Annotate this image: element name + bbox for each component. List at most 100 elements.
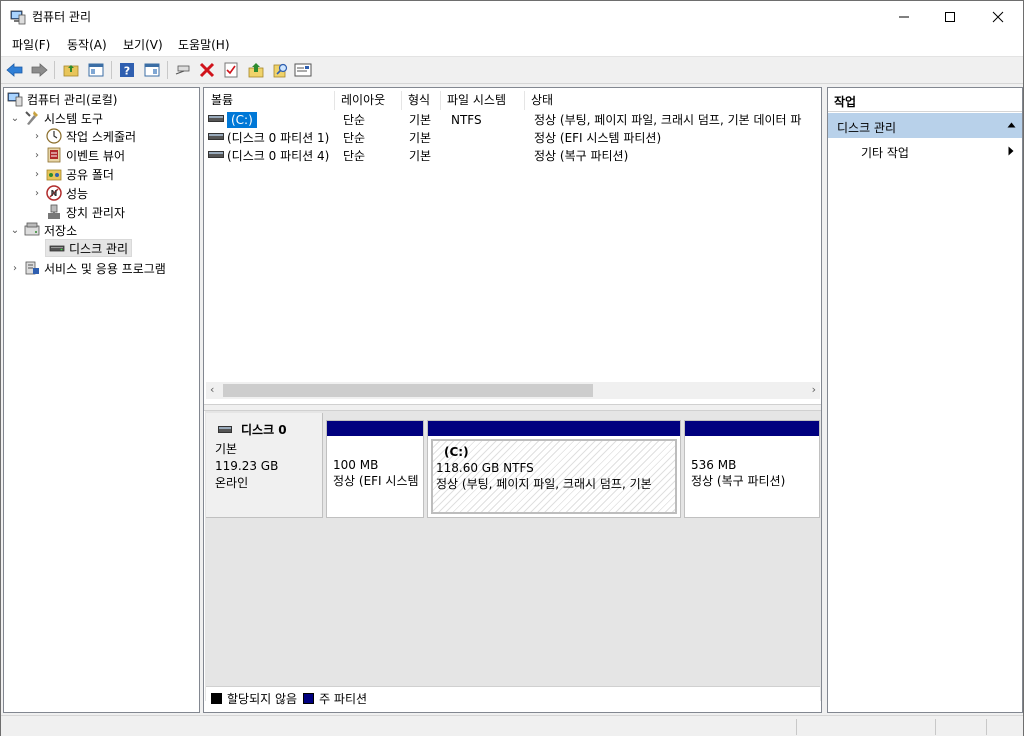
delete-button[interactable] <box>197 60 217 80</box>
chevron-right-icon[interactable]: › <box>32 169 42 180</box>
tree-item-system-tools[interactable]: ⌄ 시스템 도구 <box>10 109 103 127</box>
computer-management-window: 컴퓨터 관리 파일(F) 동작(A) 보기(V) 도움말(H) ? 컴퓨터 관리… <box>0 0 1024 736</box>
import-button[interactable] <box>246 60 266 80</box>
volume-row[interactable]: (디스크 0 파티션 1) 단순 기본 정상 (EFI 시스템 파티션) <box>206 129 820 147</box>
forward-button[interactable] <box>29 60 49 80</box>
tree-item-storage[interactable]: ⌄ 저장소 <box>10 221 77 239</box>
scroll-right-icon[interactable]: › <box>812 383 816 396</box>
storage-icon <box>24 222 40 236</box>
folder-arrow-up-icon <box>248 63 264 78</box>
chevron-right-icon[interactable]: › <box>32 131 42 142</box>
properties-button[interactable] <box>221 60 241 80</box>
disk-management-view: 볼륨 레이아웃 형식 파일 시스템 상태 (C:) 단순 기본 NTFS 정상 … <box>203 87 822 713</box>
disk-graphical-view: 디스크 0 기본 119.23 GB 온라인 100 MB 정상 (EFI 시스… <box>205 411 821 701</box>
tree-item-services-apps[interactable]: › 서비스 및 응용 프로그램 <box>10 259 166 277</box>
actions-section-disk-management[interactable]: 디스크 관리 <box>828 113 1022 138</box>
pane-splitter[interactable] <box>204 404 821 411</box>
partition-status: 정상 (복구 파티션) <box>691 474 786 488</box>
partition-status: 정상 (부팅, 페이지 파일, 크래시 덤프, 기본 <box>436 477 652 491</box>
actions-more-actions[interactable]: 기타 작업 <box>828 139 1022 163</box>
volume-layout: 단순 <box>343 149 366 163</box>
disk-name: 디스크 0 <box>241 423 287 437</box>
up-level-button[interactable] <box>61 60 81 80</box>
minimize-button[interactable] <box>881 1 927 33</box>
submenu-arrow-icon <box>1008 146 1014 156</box>
volume-type: 기본 <box>409 131 432 145</box>
chevron-down-icon[interactable]: ⌄ <box>10 225 20 236</box>
tree-item-task-scheduler[interactable]: › 작업 스케줄러 <box>32 127 136 145</box>
volume-drive-icon <box>208 151 224 158</box>
show-hide-tree-button[interactable] <box>86 60 106 80</box>
volume-layout: 단순 <box>343 131 366 145</box>
column-header-file-system[interactable]: 파일 시스템 <box>441 91 525 110</box>
status-segment <box>986 719 987 735</box>
partition-recovery[interactable]: 536 MB 정상 (복구 파티션) <box>684 420 820 518</box>
volume-file-system: NTFS <box>451 113 482 127</box>
chevron-right-icon[interactable]: › <box>10 263 20 274</box>
status-bar <box>1 715 1023 736</box>
services-icon <box>25 261 39 275</box>
disk-type: 기본 <box>215 442 238 456</box>
search-icon <box>273 63 288 78</box>
close-button[interactable] <box>975 1 1021 33</box>
toolbar-separator <box>111 61 112 79</box>
connect-icon <box>175 65 190 75</box>
menu-view[interactable]: 보기(V) <box>123 37 163 53</box>
list-view-icon <box>294 63 312 77</box>
disk-info[interactable]: 디스크 0 기본 119.23 GB 온라인 <box>206 413 323 518</box>
column-header-status[interactable]: 상태 <box>525 91 819 110</box>
partition-efi[interactable]: 100 MB 정상 (EFI 시스템 <box>326 420 424 518</box>
partition-status: 정상 (EFI 시스템 <box>333 474 419 488</box>
actions-pane: 작업 디스크 관리 기타 작업 <box>827 87 1023 713</box>
connect-button[interactable] <box>173 60 193 80</box>
column-header-type[interactable]: 형식 <box>402 91 441 110</box>
device-manager-icon <box>48 204 60 219</box>
maximize-button[interactable] <box>927 1 973 33</box>
tree-label: 공유 폴더 <box>66 167 114 182</box>
shared-folder-icon <box>46 169 62 181</box>
title-bar[interactable]: 컴퓨터 관리 <box>1 1 1023 33</box>
menu-help[interactable]: 도움말(H) <box>178 37 230 53</box>
chevron-right-icon[interactable]: › <box>32 188 42 199</box>
partition-size: 536 MB <box>691 458 737 472</box>
tree-item-device-manager[interactable]: 장치 관리자 <box>46 203 125 221</box>
tree-label: 작업 스케줄러 <box>66 129 137 144</box>
help-button[interactable]: ? <box>117 60 137 80</box>
toolbar-separator <box>167 61 168 79</box>
tree-label: 장치 관리자 <box>66 205 126 220</box>
tree-item-event-viewer[interactable]: › 이벤트 뷰어 <box>32 146 125 164</box>
volume-status: 정상 (부팅, 페이지 파일, 크래시 덤프, 기본 데이터 파 <box>534 113 802 127</box>
actions-more-label: 기타 작업 <box>861 146 909 160</box>
chevron-down-icon[interactable]: ⌄ <box>10 113 20 124</box>
tree-item-shared-folders[interactable]: › 공유 폴더 <box>32 165 114 183</box>
show-hide-action-pane-button[interactable] <box>142 60 162 80</box>
tree-item-disk-management[interactable]: 디스크 관리 <box>45 239 133 257</box>
partition-size: 118.60 GB NTFS <box>436 461 534 475</box>
disk-icon <box>218 425 232 433</box>
column-header-layout[interactable]: 레이아웃 <box>335 91 402 110</box>
chevron-right-icon[interactable]: › <box>32 150 42 161</box>
partition-size: 100 MB <box>333 458 379 472</box>
collapse-up-icon[interactable] <box>1007 122 1016 128</box>
partition-title: (C:) <box>444 445 469 459</box>
horizontal-scrollbar[interactable]: ‹ › <box>206 382 820 399</box>
tree-label: 저장소 <box>44 223 78 238</box>
column-header-volume[interactable]: 볼륨 <box>205 91 335 110</box>
menu-action[interactable]: 동작(A) <box>67 37 107 53</box>
search-button[interactable] <box>271 60 291 80</box>
menu-file[interactable]: 파일(F) <box>12 37 50 53</box>
partition-c[interactable]: (C:) 118.60 GB NTFS 정상 (부팅, 페이지 파일, 크래시 … <box>427 420 681 518</box>
volume-row[interactable]: (C:) 단순 기본 NTFS 정상 (부팅, 페이지 파일, 크래시 덤프, … <box>206 111 820 129</box>
scrollbar-thumb[interactable] <box>223 384 593 397</box>
volume-row[interactable]: (디스크 0 파티션 4) 단순 기본 정상 (복구 파티션) <box>206 147 820 165</box>
tree-item-computer-management[interactable]: 컴퓨터 관리(로컬) <box>7 90 117 108</box>
tree-item-performance[interactable]: › N 성능 <box>32 184 88 202</box>
view-button[interactable] <box>293 60 313 80</box>
scroll-left-icon[interactable]: ‹ <box>210 383 214 396</box>
back-button[interactable] <box>5 60 25 80</box>
volume-drive-icon <box>208 115 224 122</box>
volume-name: (디스크 0 파티션 4) <box>227 149 330 163</box>
tools-icon <box>25 111 38 125</box>
legend-unallocated-swatch <box>211 693 222 704</box>
menu-bar: 파일(F) 동작(A) 보기(V) 도움말(H) <box>1 33 1023 57</box>
